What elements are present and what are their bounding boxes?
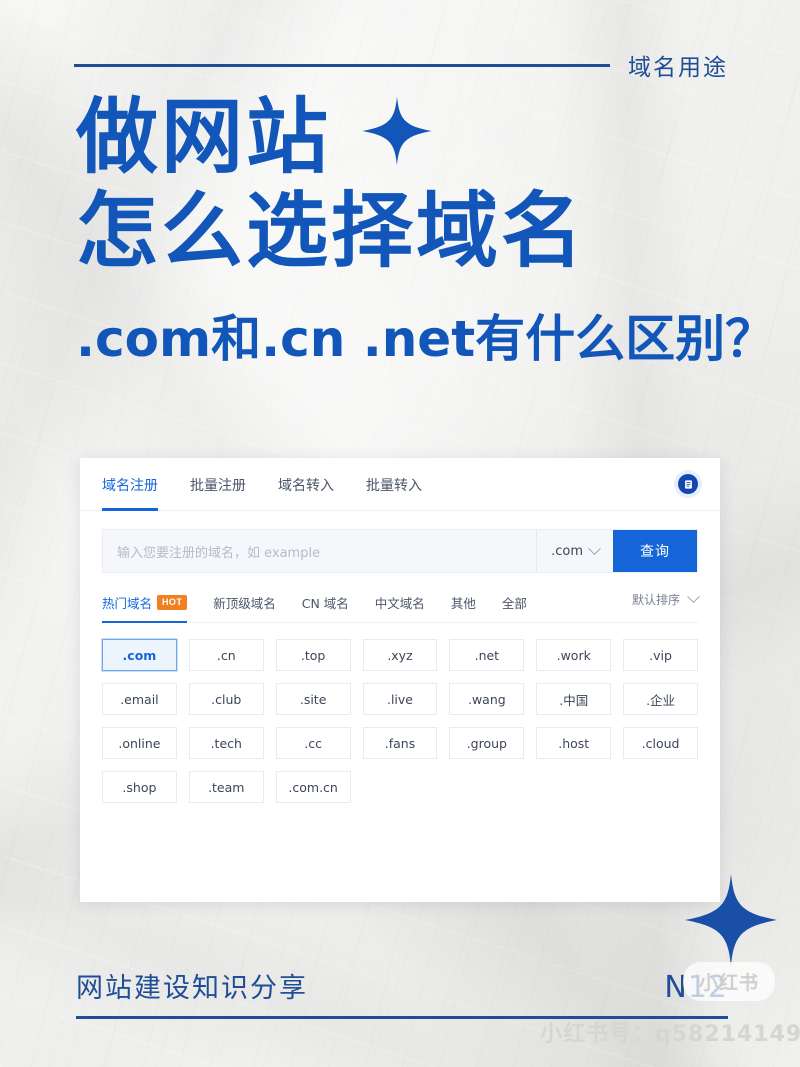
domain-extension-chip[interactable]: .com [102,639,177,671]
filter-cn-domains[interactable]: CN 域名 [302,587,349,622]
footer-row: 网站建设知识分享 N12 [76,966,728,1005]
search-bar: 输入您要注册的域名，如 example .com 查询 [102,529,698,573]
tab-domain-register[interactable]: 域名注册 [102,459,158,511]
domain-extension-chip[interactable]: .host [536,727,612,759]
domain-extension-chip[interactable]: .企业 [623,683,698,715]
domain-extension-chip[interactable]: .team [188,771,264,803]
hero-title-row: 做网站 [76,96,736,180]
sort-dropdown-label: 默认排序 [631,593,680,607]
hero-title-line-2: 怎么选择域名 [76,183,587,279]
domain-extension-chip[interactable]: .club [188,683,264,715]
four-point-star-icon [683,872,779,973]
domain-extension-chip[interactable]: .email [102,683,177,715]
domain-extension-chip[interactable]: .vip [623,639,698,671]
domain-extension-chip[interactable]: .work [536,639,612,671]
suffix-select-value: .com [551,543,583,559]
chevron-down-icon [687,590,700,604]
domain-extension-chip[interactable]: .wang [449,683,525,715]
hot-badge: HOT [157,595,188,610]
domain-extension-chip[interactable]: .live [362,683,438,715]
four-point-star-icon [361,95,433,172]
footer: 网站建设知识分享 N12 [76,966,728,1019]
sort-dropdown[interactable]: 默认排序 [631,590,700,618]
domain-extension-chip[interactable]: .fans [362,727,438,759]
footer-left-text: 网站建设知识分享 [76,973,308,1004]
tab-domain-transfer[interactable]: 域名转入 [278,459,334,510]
domain-extension-chip[interactable]: .xyz [362,639,438,671]
filter-hot-domains-label: 热门域名 [102,596,153,611]
hero-title-block: 做网站 怎么选择域名 .com和.cn .net有什么区别？ [76,96,776,371]
domain-extension-chip[interactable]: .online [102,727,177,759]
domain-extension-chip[interactable]: .site [275,683,351,715]
domain-extension-chip[interactable]: .cn [188,639,264,671]
domain-extension-chip[interactable]: .cloud [623,727,698,759]
domain-extension-chip[interactable]: .cc [275,727,351,759]
filter-all[interactable]: 全部 [502,587,527,622]
xiaohongshu-id-watermark: 小红书号：q582141490 [540,1022,800,1047]
header: 域名用途 [74,48,728,82]
hero-subtitle: .com和.cn .net有什么区别？ [76,310,776,369]
suffix-select[interactable]: .com [536,530,613,572]
tab-bulk-transfer[interactable]: 批量转入 [366,459,422,510]
domain-extension-chip[interactable]: .tech [188,727,264,759]
header-label: 域名用途 [628,55,728,81]
domain-extension-grid: .com .cn .top .xyz .net .work .vip .email .club.… [80,623,720,803]
domain-extension-chip[interactable]: .shop [102,771,177,803]
search-section: 输入您要注册的域名，如 example .com 查询 [80,511,720,573]
filter-bar: 热门域名 HOT 新顶级域名 CN 域名 中文域名 其他 全部 默认排序 [102,587,700,623]
filter-new-gtld[interactable]: 新顶级域名 [213,587,276,622]
header-divider [74,63,610,67]
search-button[interactable]: 查询 [613,530,697,572]
domain-search-card: 域名注册 批量注册 域名转入 批量转入 输入您要注册的域名，如 example … [80,458,720,902]
filter-hot-domains[interactable]: 热门域名 HOT [102,587,188,623]
domain-extension-chip[interactable]: .top [275,639,351,671]
domain-extension-chip[interactable]: .中国 [536,683,612,715]
tab-bulk-register[interactable]: 批量注册 [190,459,246,510]
card-tab-bar: 域名注册 批量注册 域名转入 批量转入 [80,458,720,511]
document-icon[interactable] [678,474,698,494]
search-input[interactable]: 输入您要注册的域名，如 example [103,530,536,572]
xiaohongshu-watermark-pill: 小红书 [683,962,776,1001]
chevron-down-icon [588,541,601,555]
domain-extension-chip[interactable]: .group [449,727,525,759]
filter-other[interactable]: 其他 [451,587,476,622]
domain-extension-chip[interactable]: .com.cn [275,771,351,803]
hero-title-line-1: 做网站 [76,90,332,185]
filter-chinese-domains[interactable]: 中文域名 [375,587,425,622]
domain-extension-chip[interactable]: .net [449,639,525,671]
